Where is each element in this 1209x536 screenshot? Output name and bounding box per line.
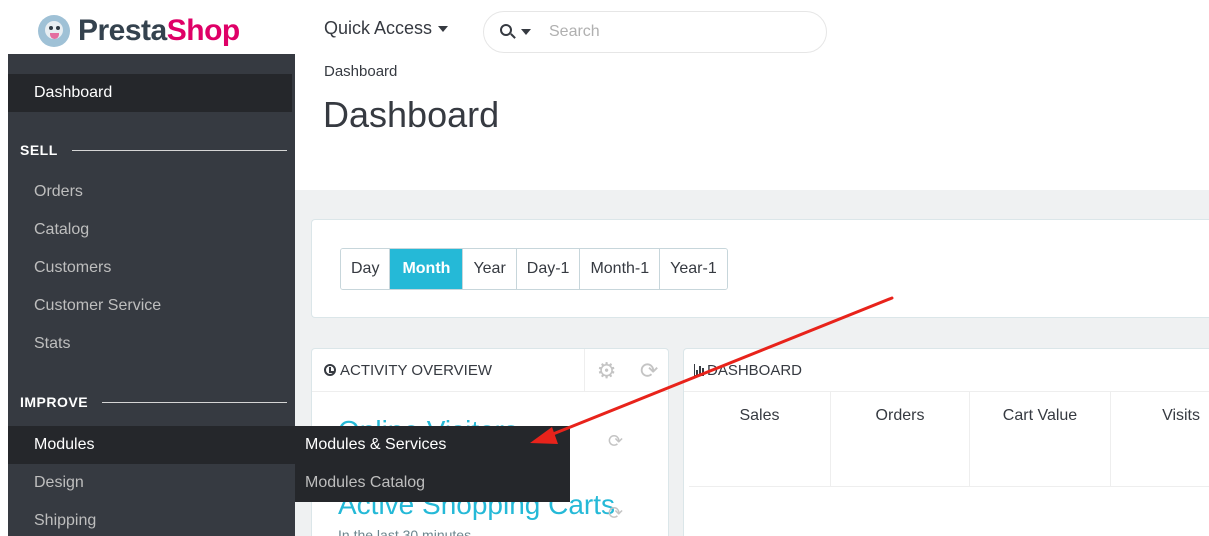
- activity-overview-title: ACTIVITY OVERVIEW: [340, 361, 492, 379]
- refresh-icon[interactable]: ⟳: [640, 358, 658, 384]
- kpi-orders[interactable]: Orders: [831, 391, 970, 487]
- sidebar: Dashboard SELL Orders Catalog Customers …: [8, 54, 295, 536]
- sidebar-item-customer-service[interactable]: Customer Service: [8, 287, 295, 325]
- caret-down-icon: [438, 25, 449, 32]
- dashboard-panel-header: DASHBOARD: [684, 349, 1209, 392]
- sidebar-item-shipping[interactable]: Shipping: [8, 502, 295, 536]
- sidebar-item-orders[interactable]: Orders: [8, 173, 295, 211]
- breadcrumb[interactable]: Dashboard: [324, 63, 397, 80]
- sidebar-item-stats[interactable]: Stats: [8, 325, 295, 363]
- sidebar-section-sell: SELL: [8, 135, 295, 165]
- sidebar-item-catalog[interactable]: Catalog: [8, 211, 295, 249]
- kpi-sales[interactable]: Sales: [689, 391, 831, 487]
- period-year-button[interactable]: Year: [463, 249, 517, 289]
- quick-access-label: Quick Access: [324, 18, 433, 38]
- sidebar-section-improve: IMPROVE: [8, 387, 295, 417]
- period-day-1-button[interactable]: Day-1: [516, 249, 581, 289]
- sidebar-item-customers[interactable]: Customers: [8, 249, 295, 287]
- puffin-logo-icon: [38, 15, 70, 47]
- quick-access-dropdown[interactable]: Quick Access: [324, 18, 449, 39]
- period-day-button[interactable]: Day: [341, 249, 391, 289]
- kpi-cart-value[interactable]: Cart Value: [970, 391, 1111, 487]
- prestashop-logo[interactable]: PrestaShop: [38, 12, 240, 50]
- refresh-icon[interactable]: ⟳: [608, 431, 623, 452]
- page-title: Dashboard: [323, 94, 500, 135]
- clock-icon: [324, 364, 336, 376]
- period-month-1-button[interactable]: Month-1: [580, 249, 661, 289]
- period-button-group: Day Month Year Day-1 Month-1 Year-1: [340, 248, 728, 290]
- kpi-row: Sales Orders Cart Value Visits: [689, 391, 1209, 487]
- dashboard-panel-title: DASHBOARD: [707, 361, 803, 379]
- search-input[interactable]: [549, 23, 789, 41]
- search-bar: [483, 11, 827, 53]
- period-month-button[interactable]: Month: [390, 249, 464, 289]
- search-scope-caret-icon[interactable]: [521, 29, 531, 35]
- flyout-item-modules-catalog[interactable]: Modules Catalog: [295, 464, 570, 502]
- sidebar-item-modules[interactable]: Modules: [8, 426, 295, 464]
- logo-text: PrestaShop: [78, 14, 240, 47]
- modules-flyout-menu: Modules & Services Modules Catalog: [295, 426, 570, 502]
- flyout-item-modules-services[interactable]: Modules & Services: [295, 426, 570, 464]
- activity-overview-header: ACTIVITY OVERVIEW ⚙ ⟳: [312, 349, 668, 392]
- active-carts-note: In the last 30 minutes: [338, 527, 472, 536]
- gear-icon[interactable]: ⚙: [597, 358, 617, 384]
- refresh-icon[interactable]: ⟳: [608, 503, 623, 524]
- panel-tools: ⚙ ⟳: [584, 349, 668, 392]
- sidebar-item-design[interactable]: Design: [8, 464, 295, 502]
- sidebar-item-dashboard[interactable]: Dashboard: [8, 74, 292, 112]
- search-icon[interactable]: [500, 24, 516, 40]
- bar-chart-icon: [694, 364, 704, 376]
- dashboard-panel: DASHBOARD Sales Orders Cart Value Visits: [683, 348, 1209, 536]
- period-year-1-button[interactable]: Year-1: [660, 249, 727, 289]
- kpi-visits[interactable]: Visits: [1111, 391, 1209, 487]
